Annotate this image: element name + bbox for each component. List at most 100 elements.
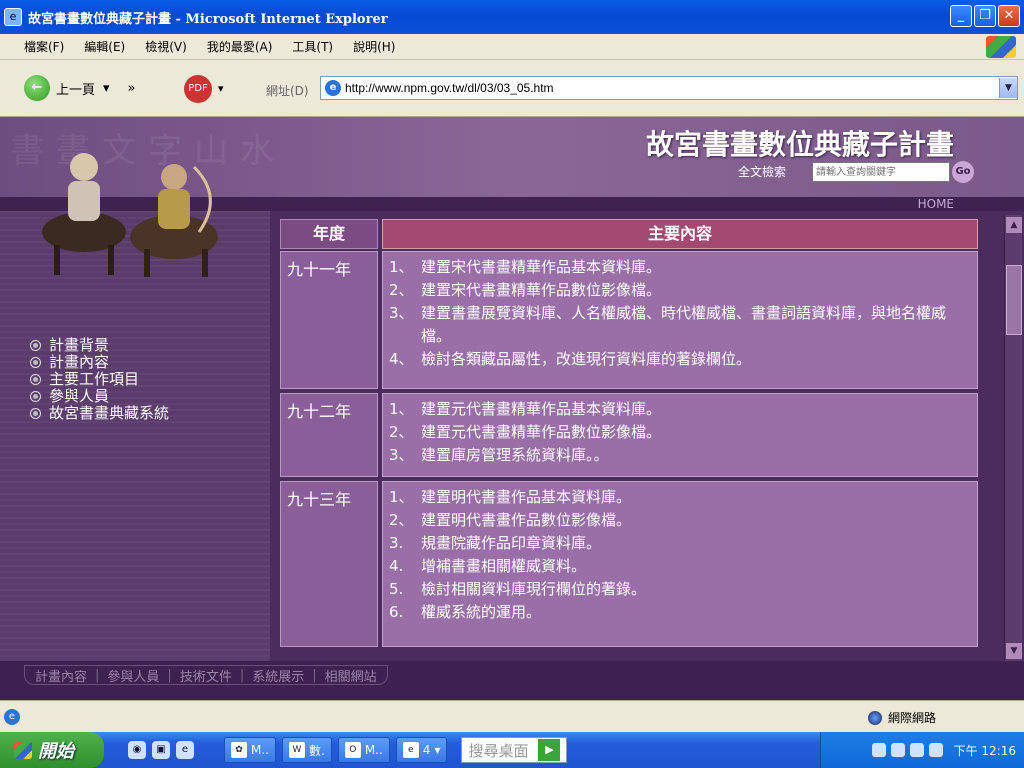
menu-favorites[interactable]: 我的最愛(A)	[197, 38, 283, 55]
quick-launch-icon[interactable]: ◉	[128, 741, 146, 759]
sidebar-item-background[interactable]: 計畫背景	[30, 337, 169, 354]
search-input[interactable]	[812, 162, 950, 182]
ie-task-icon: e	[402, 742, 419, 758]
page-status-icon: e	[4, 708, 20, 725]
document-icon: W	[288, 742, 305, 758]
restore-button[interactable]: ❐	[974, 5, 996, 27]
toolbar: ← 上一頁 ▾ » PDF ▾ 網址(D) e ▼	[0, 60, 1024, 117]
year-cell: 九十一年	[280, 251, 378, 389]
task-button[interactable]: O M..	[337, 737, 390, 763]
task-label: 數.	[308, 743, 325, 758]
sidebar-item-members[interactable]: 參與人員	[30, 388, 169, 405]
binary-pattern-decoration	[0, 211, 270, 661]
task-label: M..	[251, 743, 269, 757]
task-label: M..	[364, 743, 383, 757]
sidebar-item-label: 主要工作項目	[49, 370, 140, 388]
bottom-link-system-demo[interactable]: 系統展示	[252, 666, 304, 685]
bottom-link-content[interactable]: 計畫內容	[35, 666, 87, 685]
horse-leg	[108, 245, 114, 275]
separator: |	[95, 667, 100, 683]
list-item: 2、 建置宋代書畫精華作品數位影像檔。	[389, 279, 969, 302]
minimize-button[interactable]: _	[950, 5, 972, 27]
item-text: 檢討相關資料庫現行欄位的著錄。	[421, 580, 647, 598]
back-button[interactable]: ← 上一頁 ▾ »	[24, 75, 136, 101]
task-button[interactable]: W 數.	[281, 737, 332, 763]
sidebar-item-label: 計畫背景	[49, 336, 110, 354]
sidebar-item-main-work[interactable]: 主要工作項目	[30, 371, 169, 388]
task-buttons: ✿ M.. W 數. O M.. e 4 ▾	[224, 737, 448, 763]
bottom-link-related-sites[interactable]: 相關網站	[325, 666, 377, 685]
quick-launch-icon[interactable]: ▣	[152, 741, 170, 759]
security-zone: 網際網路	[867, 709, 936, 726]
menu-edit[interactable]: 編輯(E)	[74, 38, 135, 55]
year-cell: 九十三年	[280, 481, 378, 647]
chevron-more-icon[interactable]: »	[128, 81, 136, 96]
menu-tools[interactable]: 工具(T)	[282, 38, 343, 55]
item-number: 2、	[389, 281, 414, 299]
ie-window: e 故宮書畫數位典藏子計畫 - Microsoft Internet Explo…	[0, 0, 1024, 768]
sidebar-item-system[interactable]: 故宮書畫典藏系統	[30, 405, 169, 422]
table-body: 九十一年 1、 建置宋代書畫精華作品基本資料庫。 2、 建置宋代書畫精華作品數位影像…	[280, 251, 978, 651]
header-year: 年度	[280, 219, 378, 249]
desktop-search[interactable]: 搜尋桌面 ▶	[461, 737, 568, 763]
bottom-link-members[interactable]: 參與人員	[107, 666, 159, 685]
address-label: 網址(D)	[266, 84, 309, 98]
item-text: 權威系統的運用。	[421, 603, 542, 621]
ie-app-icon: e	[4, 8, 22, 26]
status-bar: e 網際網路	[0, 700, 1024, 732]
bottom-link-tech-docs[interactable]: 技術文件	[180, 666, 232, 685]
item-text: 檢討各類藏品屬性，改進現行資料庫的著錄欄位。	[421, 350, 752, 368]
address-dropdown-icon[interactable]: ▼	[999, 78, 1017, 98]
task-button[interactable]: e 4 ▾	[395, 737, 448, 763]
tray-icon[interactable]	[890, 743, 905, 757]
list-item: 1、 建置宋代書畫精華作品基本資料庫。	[389, 256, 969, 279]
ie-quick-icon[interactable]: e	[176, 741, 194, 759]
tray-icon[interactable]	[871, 743, 886, 757]
horse-riders-illustration	[42, 153, 218, 277]
menu-view[interactable]: 檢視(V)	[135, 38, 197, 55]
item-number: 3、	[389, 446, 414, 464]
scroll-up-icon[interactable]: ▲	[1006, 217, 1022, 233]
start-button[interactable]: 開始	[0, 732, 104, 768]
circle-bullet-icon	[30, 391, 41, 402]
circle-bullet-icon	[30, 340, 41, 351]
close-button[interactable]: ✕	[998, 5, 1020, 27]
list-item: 1、 建置元代書畫精華作品基本資料庫。	[389, 398, 969, 421]
tray-icon[interactable]	[928, 743, 943, 757]
scroll-thumb[interactable]	[1006, 265, 1022, 335]
table-header: 年度 主要內容	[280, 219, 978, 249]
back-label: 上一頁	[56, 82, 96, 98]
sidebar-item-label: 故宮書畫典藏系統	[49, 404, 170, 422]
address-bar[interactable]: e ▼	[320, 76, 1018, 100]
bottom-links: 計畫內容 | 參與人員 | 技術文件 | 系統展示 | 相關網站	[24, 665, 388, 685]
address-input[interactable]	[345, 81, 999, 95]
rider-robe	[158, 189, 190, 229]
list-item: 3、 建置庫房管理系統資料庫。。	[389, 444, 969, 467]
menu-file[interactable]: 檔案(F)	[14, 38, 74, 55]
menu-help[interactable]: 說明(H)	[343, 38, 405, 55]
sidebar-item-label: 計畫內容	[49, 353, 110, 371]
item-number: 4、	[389, 350, 414, 368]
search-go-icon[interactable]: ▶	[538, 739, 561, 761]
chevron-down-icon[interactable]: ▾	[103, 81, 110, 96]
app-icon: ✿	[231, 742, 247, 758]
pdf-icon[interactable]: PDF	[184, 75, 212, 103]
task-button[interactable]: ✿ M..	[224, 737, 276, 763]
clock: 下午 12:16	[953, 743, 1016, 758]
fulltext-search-label: 全文檢索	[738, 165, 787, 179]
home-link[interactable]: HOME	[918, 197, 954, 211]
tray-icon[interactable]	[909, 743, 924, 757]
go-button[interactable]: Go	[952, 161, 974, 183]
list-item: 3. 規畫院藏作品印章資料庫。	[389, 532, 969, 555]
rider-head	[70, 153, 98, 181]
separator: |	[167, 667, 172, 683]
scroll-down-icon[interactable]: ▼	[1006, 643, 1022, 659]
item-text: 建置明代書畫作品基本資料庫。	[421, 488, 632, 506]
pdf-dropdown-icon[interactable]: ▾	[218, 82, 224, 95]
item-number: 6.	[389, 603, 404, 621]
item-text: 增補書畫相關權威資料。	[421, 557, 587, 575]
item-text: 規畫院藏作品印章資料庫。	[421, 534, 602, 552]
sidebar-item-content[interactable]: 計畫內容	[30, 354, 169, 371]
content-scrollbar[interactable]: ▲ ▼	[1004, 215, 1022, 661]
windows-logo-icon	[986, 36, 1016, 58]
